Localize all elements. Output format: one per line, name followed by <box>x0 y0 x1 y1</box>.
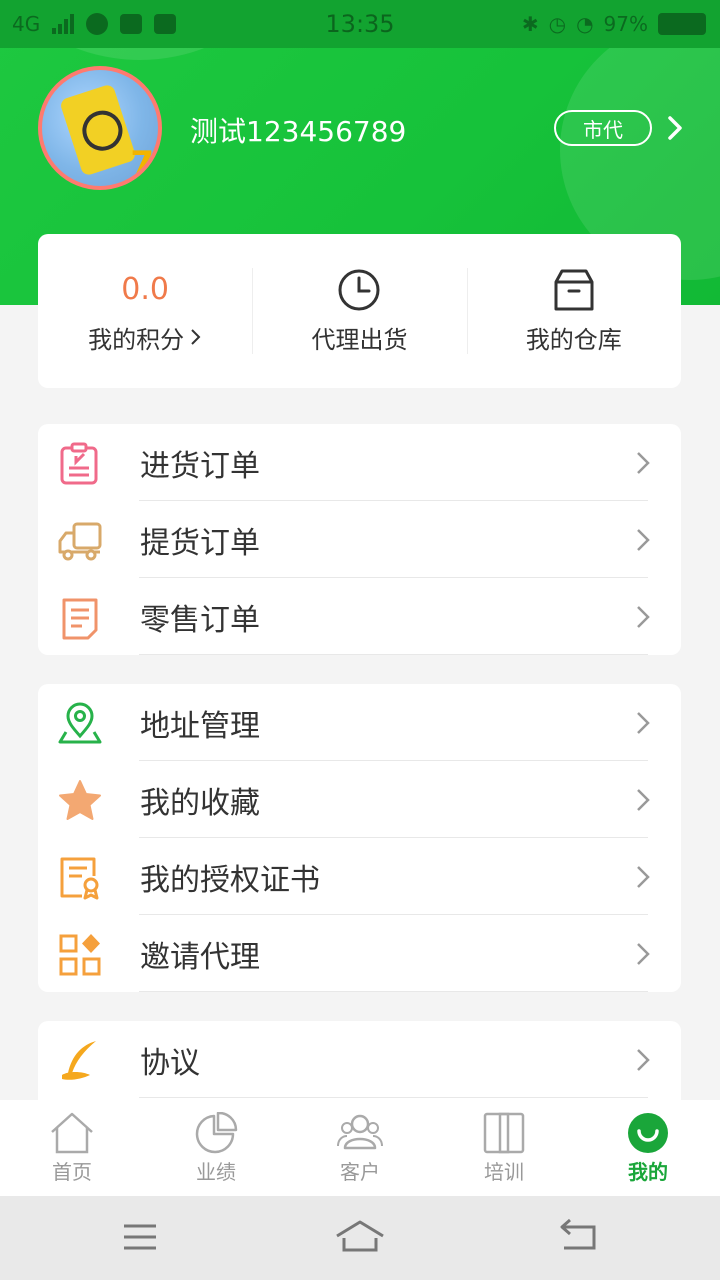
agreement-label: 协议 <box>140 1045 200 1081</box>
chevron-right-icon <box>637 529 650 551</box>
pickup-order-row[interactable]: 提货订单 <box>38 501 681 578</box>
star-icon <box>59 780 101 820</box>
orders-card: 进货订单 提货订单 零售订单 <box>38 424 681 655</box>
pie-chart-icon <box>195 1112 238 1154</box>
points-button[interactable]: 0.0 我的积分 <box>38 234 252 388</box>
wifi-icon: ◔ <box>576 12 594 36</box>
box-icon <box>554 269 594 310</box>
divider <box>139 1097 648 1098</box>
alarm-icon: ◷ <box>548 12 567 36</box>
profile-smile-icon <box>628 1113 668 1153</box>
certificate-row[interactable]: 我的授权证书 <box>38 838 681 915</box>
customers-icon <box>337 1114 383 1150</box>
tab-training[interactable]: 培训 <box>432 1100 576 1196</box>
grid-apps-icon <box>59 934 101 976</box>
retail-order-row[interactable]: 零售订单 <box>38 578 681 655</box>
chevron-right-icon <box>637 452 650 474</box>
certificate-icon <box>60 857 99 900</box>
username: 测试123456789 <box>190 115 407 148</box>
agreement-row[interactable]: 协议 <box>38 1021 681 1098</box>
avatar[interactable]: 7 <box>38 66 162 190</box>
tab-label: 业绩 <box>196 1160 236 1184</box>
chevron-right-icon <box>637 943 650 965</box>
purchase-order-icon <box>60 442 98 485</box>
chevron-right-icon[interactable] <box>664 114 686 142</box>
avatar-image: 7 <box>130 144 154 184</box>
truck-icon <box>58 522 102 561</box>
role-badge[interactable]: 市代 <box>554 110 652 146</box>
agent-shipping-label: 代理出货 <box>311 325 408 354</box>
tab-label: 客户 <box>340 1160 380 1184</box>
address-management-row[interactable]: 地址管理 <box>38 684 681 761</box>
purchase-order-row[interactable]: 进货订单 <box>38 424 681 501</box>
tab-performance[interactable]: 业绩 <box>144 1100 288 1196</box>
address-management-label: 地址管理 <box>140 708 260 744</box>
receipt-icon <box>62 598 98 640</box>
book-icon <box>483 1112 525 1154</box>
bluetooth-icon: ✱ <box>521 12 539 36</box>
battery-percent: 97% <box>603 12 648 36</box>
chevron-right-icon <box>637 712 650 734</box>
home-icon <box>51 1112 93 1154</box>
tab-customers[interactable]: 客户 <box>288 1100 432 1196</box>
menu-icon[interactable] <box>122 1218 158 1252</box>
tab-label: 首页 <box>52 1160 92 1184</box>
tab-label: 培训 <box>484 1160 524 1184</box>
chevron-right-icon <box>191 329 201 345</box>
tab-home[interactable]: 首页 <box>0 1100 144 1196</box>
chevron-right-icon <box>637 606 650 628</box>
certificate-label: 我的授权证书 <box>140 862 320 898</box>
warehouse-button[interactable]: 我的仓库 <box>466 234 681 388</box>
home-nav-icon[interactable] <box>334 1218 386 1256</box>
avatar-image <box>59 83 137 177</box>
chevron-right-icon <box>637 866 650 888</box>
divider <box>139 991 648 992</box>
warehouse-label: 我的仓库 <box>525 325 622 354</box>
system-navigation-bar <box>0 1196 720 1280</box>
invite-agent-label: 邀请代理 <box>140 939 260 975</box>
feather-pen-icon <box>62 1041 96 1080</box>
back-icon[interactable] <box>558 1218 598 1252</box>
quick-actions-card: 0.0 我的积分 代理出货 我的仓库 <box>38 234 681 388</box>
clock-icon <box>338 269 380 310</box>
chevron-right-icon <box>637 1049 650 1071</box>
status-bar: 4G 13:35 ✱ ◷ ◔ 97% <box>0 0 720 48</box>
favorites-label: 我的收藏 <box>140 785 260 821</box>
divider <box>139 654 648 655</box>
tab-label: 我的 <box>628 1160 668 1184</box>
purchase-order-label: 进货订单 <box>140 448 260 484</box>
battery-icon <box>658 13 706 35</box>
favorites-row[interactable]: 我的收藏 <box>38 761 681 838</box>
services-card: 地址管理 我的收藏 我的授权证书 邀请代理 <box>38 684 681 992</box>
bottom-tab-bar: 首页 业绩 客户 培训 我的 <box>0 1100 720 1196</box>
pickup-order-label: 提货订单 <box>140 525 260 561</box>
tab-mine[interactable]: 我的 <box>576 1100 720 1196</box>
agent-shipping-button[interactable]: 代理出货 <box>252 234 466 388</box>
location-pin-icon <box>58 702 102 744</box>
chevron-right-icon <box>637 789 650 811</box>
others-card: 协议 <box>38 1021 681 1100</box>
retail-order-label: 零售订单 <box>140 602 260 638</box>
points-value: 0.0 <box>121 271 170 307</box>
invite-agent-row[interactable]: 邀请代理 <box>38 915 681 992</box>
points-label: 我的积分 <box>88 325 185 354</box>
